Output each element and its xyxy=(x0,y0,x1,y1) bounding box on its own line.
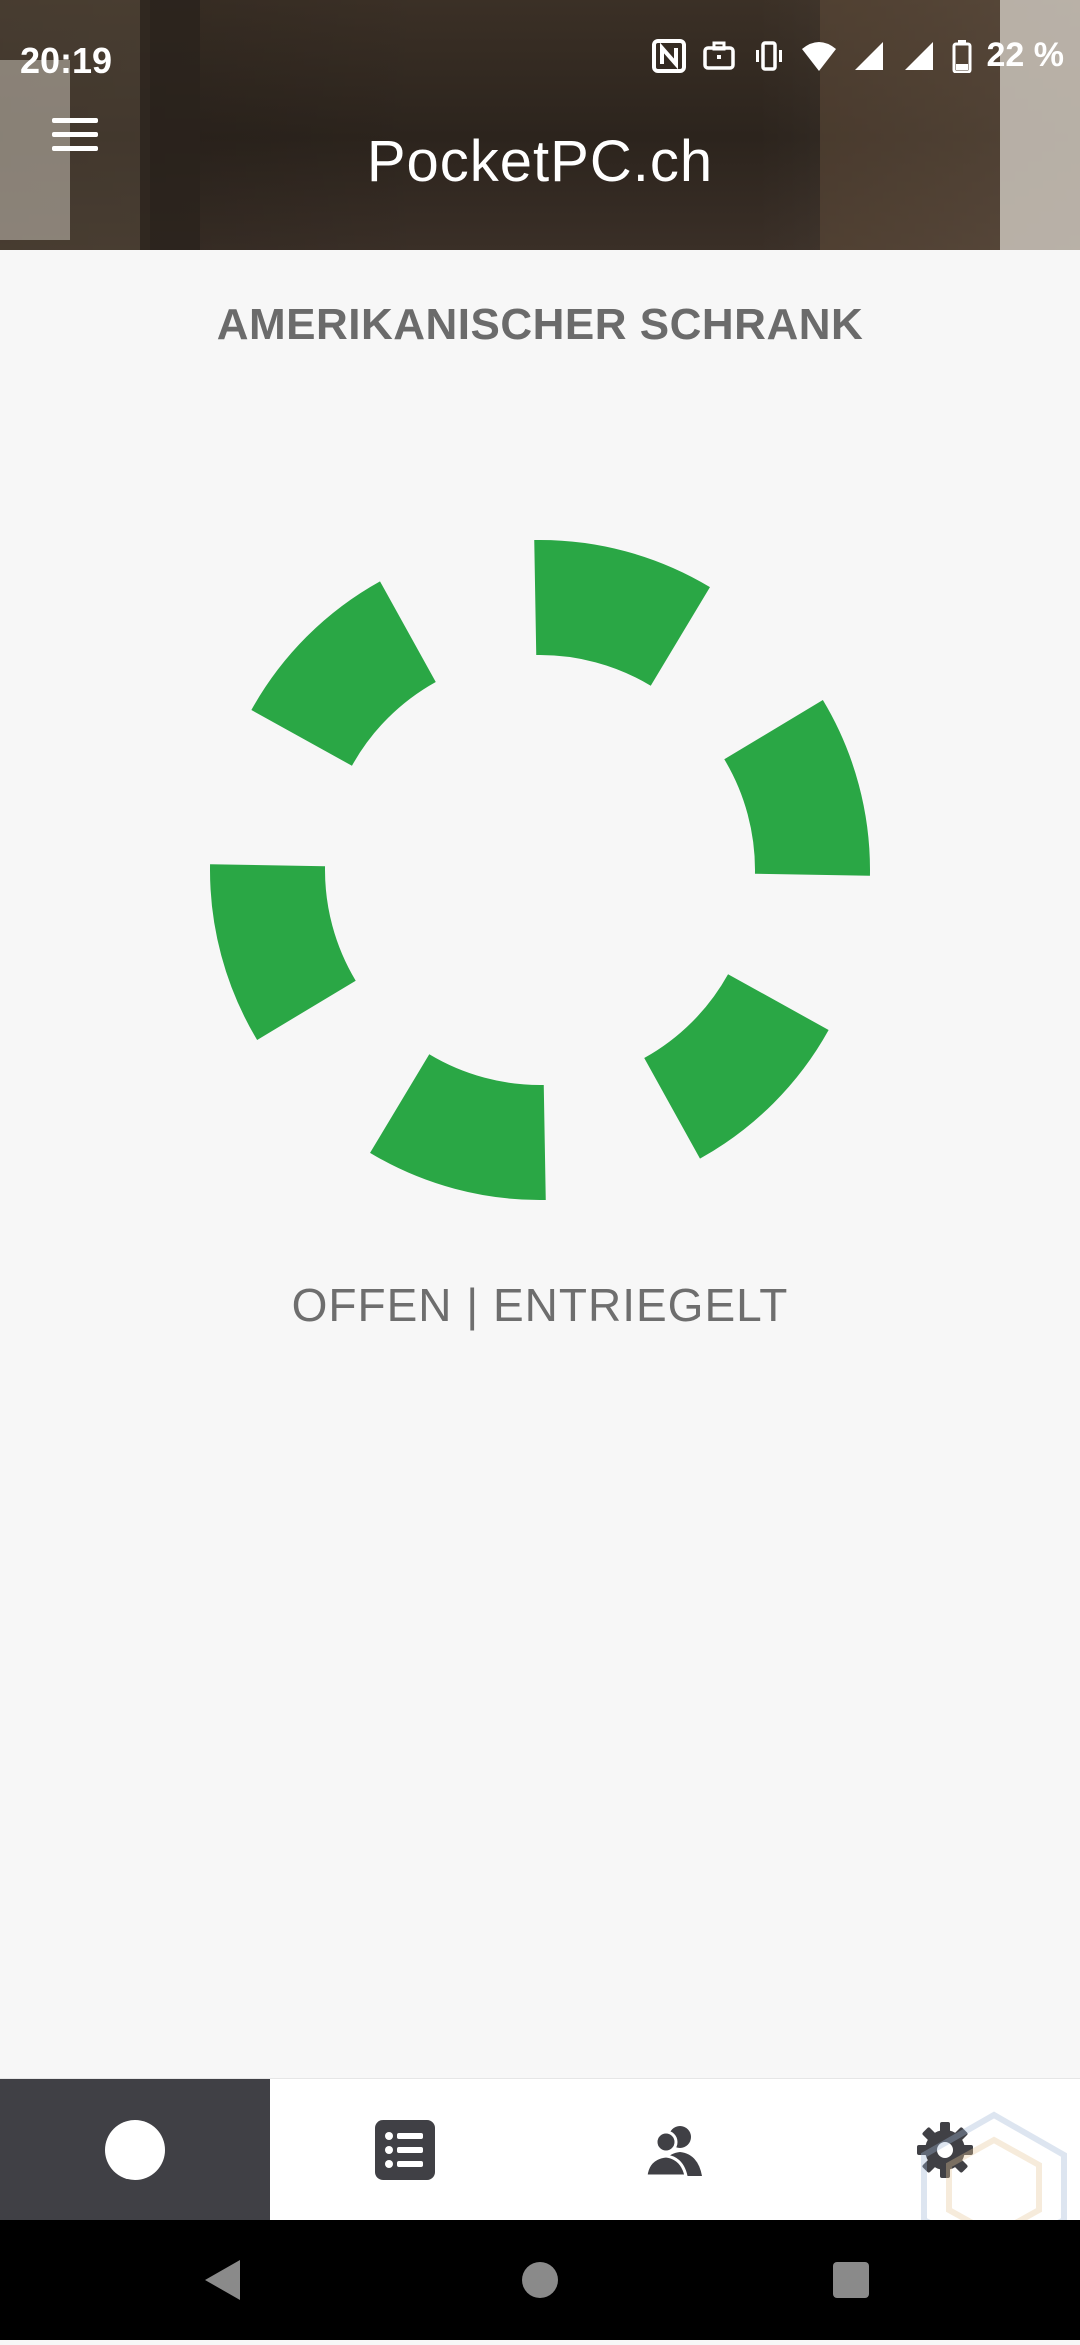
status-icons: 22 % xyxy=(651,36,1065,75)
device-title: AMERIKANISCHER SCHRANK xyxy=(216,300,864,349)
ring-segment xyxy=(644,974,829,1159)
app-header: 20:19 22 % PocketPC.ch xyxy=(0,0,1080,250)
work-profile-icon xyxy=(701,38,737,74)
back-icon[interactable] xyxy=(205,2260,240,2300)
app-title: PocketPC.ch xyxy=(366,129,714,194)
signal-icon xyxy=(851,38,887,74)
vibrate-icon xyxy=(751,38,787,74)
recents-icon[interactable] xyxy=(833,2262,869,2298)
system-navigation-bar xyxy=(0,2220,1080,2340)
lock-status-ring[interactable] xyxy=(140,470,940,1270)
users-icon xyxy=(644,2126,702,2178)
list-icon xyxy=(375,2120,435,2180)
ring-segment xyxy=(370,1054,546,1200)
battery-percentage: 22 % xyxy=(986,36,1065,74)
ring-segment xyxy=(534,540,710,686)
wifi-icon xyxy=(801,38,837,74)
ring-segment xyxy=(724,700,870,876)
status-time: 20:19 xyxy=(20,40,113,81)
battery-icon xyxy=(951,38,973,74)
circle-icon xyxy=(105,2120,165,2180)
ring-segment xyxy=(210,864,356,1040)
home-icon[interactable] xyxy=(522,2262,558,2298)
ring-segments xyxy=(210,540,870,1200)
signal-icon xyxy=(901,38,937,74)
ring-segment xyxy=(251,581,436,766)
status-bar: 20:19 22 % xyxy=(0,0,1080,120)
nav-item-users[interactable] xyxy=(540,2079,810,2221)
nav-item-log[interactable] xyxy=(270,2079,540,2221)
nfc-icon xyxy=(651,38,687,74)
nav-item-device[interactable] xyxy=(0,2079,270,2221)
lock-status-text: OFFEN | ENTRIEGELT xyxy=(291,1279,789,1331)
